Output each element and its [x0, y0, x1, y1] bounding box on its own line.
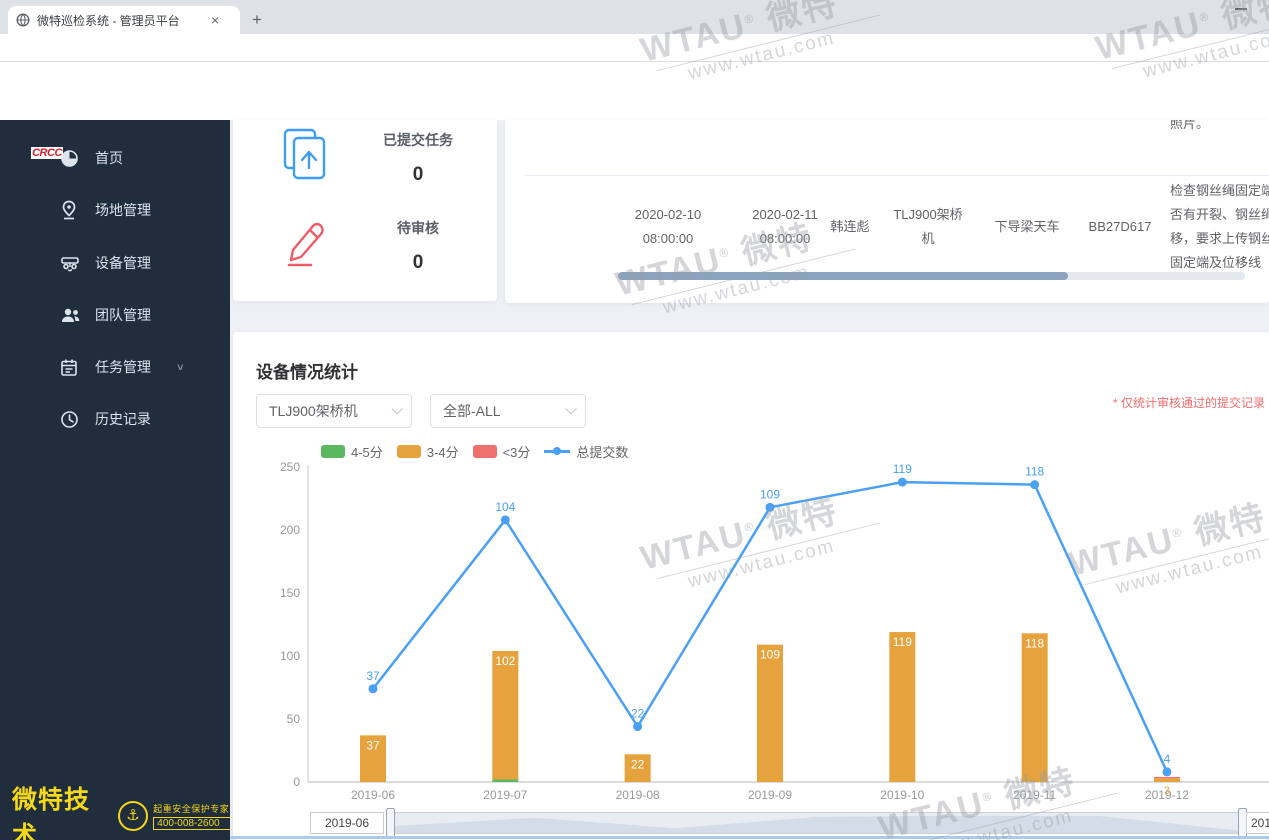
- row-divider: [525, 175, 1269, 176]
- brand-globe-hook-icon: [118, 801, 149, 831]
- bottom-scroll-strip[interactable]: [230, 836, 1269, 839]
- svg-text:109: 109: [760, 648, 780, 662]
- chevron-down-icon: [565, 403, 577, 415]
- favicon-globe-icon: [16, 13, 30, 27]
- sidebar-item-teams[interactable]: 团队管理: [0, 295, 230, 335]
- svg-text:100: 100: [280, 649, 300, 663]
- datazoom-left-handle[interactable]: [386, 808, 395, 838]
- table-cell: 韩连彪: [830, 219, 870, 234]
- table-cell: 车: [921, 120, 934, 124]
- svg-text:119: 119: [893, 462, 912, 476]
- browser-tab-strip: 微特巡检系统 - 管理员平台 × +: [0, 0, 1269, 34]
- stat-pending: 待审核 0: [233, 210, 497, 300]
- sidebar-item-sites[interactable]: 场地管理: [0, 190, 230, 230]
- table-cell: D: [1115, 120, 1124, 124]
- table-cell: 2020-02-11 08:00:00: [752, 207, 818, 246]
- stat-value: 0: [412, 252, 424, 273]
- table-hscrollbar-track[interactable]: [618, 272, 1245, 280]
- sidebar-item-label: 团队管理: [95, 307, 151, 323]
- svg-text:2019-07: 2019-07: [483, 788, 527, 802]
- svg-text:50: 50: [287, 712, 301, 726]
- table-cell: 08:00:00: [643, 120, 694, 124]
- chart-note: * 仅统计审核通过的提交记录: [1112, 396, 1265, 410]
- svg-text:118: 118: [1025, 465, 1044, 479]
- datazoom-slider-track[interactable]: [392, 812, 1240, 834]
- svg-text:109: 109: [760, 487, 780, 501]
- task-table-card: 08:00:00 08:00:00 车 D 油标尺和防冻液照片。 2020-02-1008…: [505, 120, 1269, 303]
- table-cell: BB27D617: [1088, 219, 1152, 234]
- svg-text:2019-08: 2019-08: [616, 788, 660, 802]
- brand-phone: 400-008-2600: [153, 817, 230, 830]
- svg-text:2019-11: 2019-11: [1013, 788, 1056, 802]
- svg-text:119: 119: [893, 635, 912, 649]
- svg-text:2019-06: 2019-06: [351, 788, 395, 802]
- pencil-icon: [281, 216, 331, 273]
- sidebar: 首页场地管理设备管理团队管理任务管理 ∨ 历史记录 微特技术 起重安全保护专家 40…: [0, 120, 230, 840]
- tab-title: 微特巡检系统 - 管理员平台: [37, 13, 180, 28]
- cell-description: 检查钢丝绳固定端 否有开裂、钢丝绳 移，要求上传钢丝 固定端及位移线: [1170, 183, 1269, 270]
- stat-submitted: 已提交任务 0: [233, 120, 497, 210]
- chevron-down-icon: [391, 403, 403, 415]
- location-icon: [60, 200, 78, 220]
- sidebar-item-label: 设备管理: [95, 255, 151, 271]
- sidebar-item-label: 首页: [95, 150, 123, 166]
- svg-text:250: 250: [280, 460, 300, 474]
- svg-text:118: 118: [1025, 636, 1044, 650]
- svg-text:150: 150: [280, 586, 300, 600]
- svg-text:2019-10: 2019-10: [880, 788, 924, 802]
- sidebar-item-devices[interactable]: 设备管理: [0, 243, 230, 283]
- table-cell: 2020-02-10 08:00:00: [634, 207, 702, 246]
- browser-toolbar: ← → ⟳ 不安全 | jx-linkcreate.cn:8089/#/dash…: [0, 34, 1269, 94]
- svg-text:22: 22: [631, 757, 645, 771]
- team-icon: [60, 306, 81, 324]
- window-minimize-icon[interactable]: [1235, 8, 1247, 10]
- table-hscrollbar-thumb[interactable]: [618, 272, 1068, 280]
- svg-text:104: 104: [495, 500, 515, 514]
- sidebar-item-history[interactable]: 历史记录: [0, 399, 230, 439]
- device-type-select[interactable]: TLJ900架桥机: [256, 394, 412, 428]
- part-select-value: 全部-ALL: [443, 403, 501, 419]
- svg-text:4: 4: [1164, 752, 1171, 766]
- table-cell: 08:00:00: [760, 120, 811, 124]
- stat-label: 待审核: [397, 220, 439, 236]
- brand-name: 微特技术: [12, 786, 91, 840]
- datazoom-end-label: 2019-12: [1246, 812, 1269, 834]
- svg-text:2019-09: 2019-09: [748, 788, 792, 802]
- chevron-down-icon: ∨: [176, 361, 185, 373]
- stat-value: 0: [412, 164, 424, 185]
- svg-text:3: 3: [1164, 785, 1170, 797]
- app-header: CRCC 中国铁建十二局一公司 首页 首页 地图 A★: [0, 62, 1269, 182]
- stat-label: 已提交任务: [383, 132, 453, 148]
- datazoom-start-label: 2019-06: [310, 812, 384, 834]
- upload-doc-icon: [281, 128, 329, 187]
- brand-tagline: 起重安全保护专家: [153, 804, 230, 814]
- device-stats-chart: 0 50 100 150 200 250 2019-06 37 2019-07 102 2019-0…: [280, 460, 1269, 802]
- table-cell: TLJ900架桥机: [893, 207, 963, 246]
- section-title: 设备情况统计: [256, 363, 358, 382]
- tab-close-icon[interactable]: ×: [211, 13, 219, 27]
- datazoom-silhouette: [393, 815, 1239, 833]
- task-icon: [60, 358, 78, 377]
- cell-description: 油标尺和防冻液照片。: [1170, 120, 1210, 131]
- wtau-brand-logo: 微特技术 起重安全保护专家 400-008-2600: [0, 786, 230, 840]
- sidebar-item-label: 任务管理: [95, 359, 151, 375]
- stats-card: 已提交任务 0 待审核 0: [233, 120, 497, 301]
- svg-text:37: 37: [366, 669, 380, 683]
- history-icon: [60, 410, 79, 429]
- svg-text:0: 0: [293, 775, 300, 789]
- svg-text:37: 37: [366, 738, 380, 752]
- browser-tab[interactable]: 微特巡检系统 - 管理员平台 ×: [8, 6, 240, 34]
- sidebar-item-tasks[interactable]: 任务管理 ∨: [0, 347, 230, 387]
- sidebar-item-label: 场地管理: [95, 202, 151, 218]
- sidebar-item-label: 历史记录: [95, 411, 151, 427]
- device-type-value: TLJ900架桥机: [269, 403, 358, 419]
- new-tab-button[interactable]: +: [252, 10, 262, 30]
- table-cell: 下导梁天车: [994, 219, 1060, 234]
- crcc-logo-text: CRCC: [31, 147, 63, 159]
- svg-text:22: 22: [631, 707, 645, 721]
- device-icon: [60, 254, 80, 273]
- svg-text:200: 200: [280, 523, 300, 537]
- svg-text:102: 102: [495, 654, 515, 668]
- part-select[interactable]: 全部-ALL: [430, 394, 586, 428]
